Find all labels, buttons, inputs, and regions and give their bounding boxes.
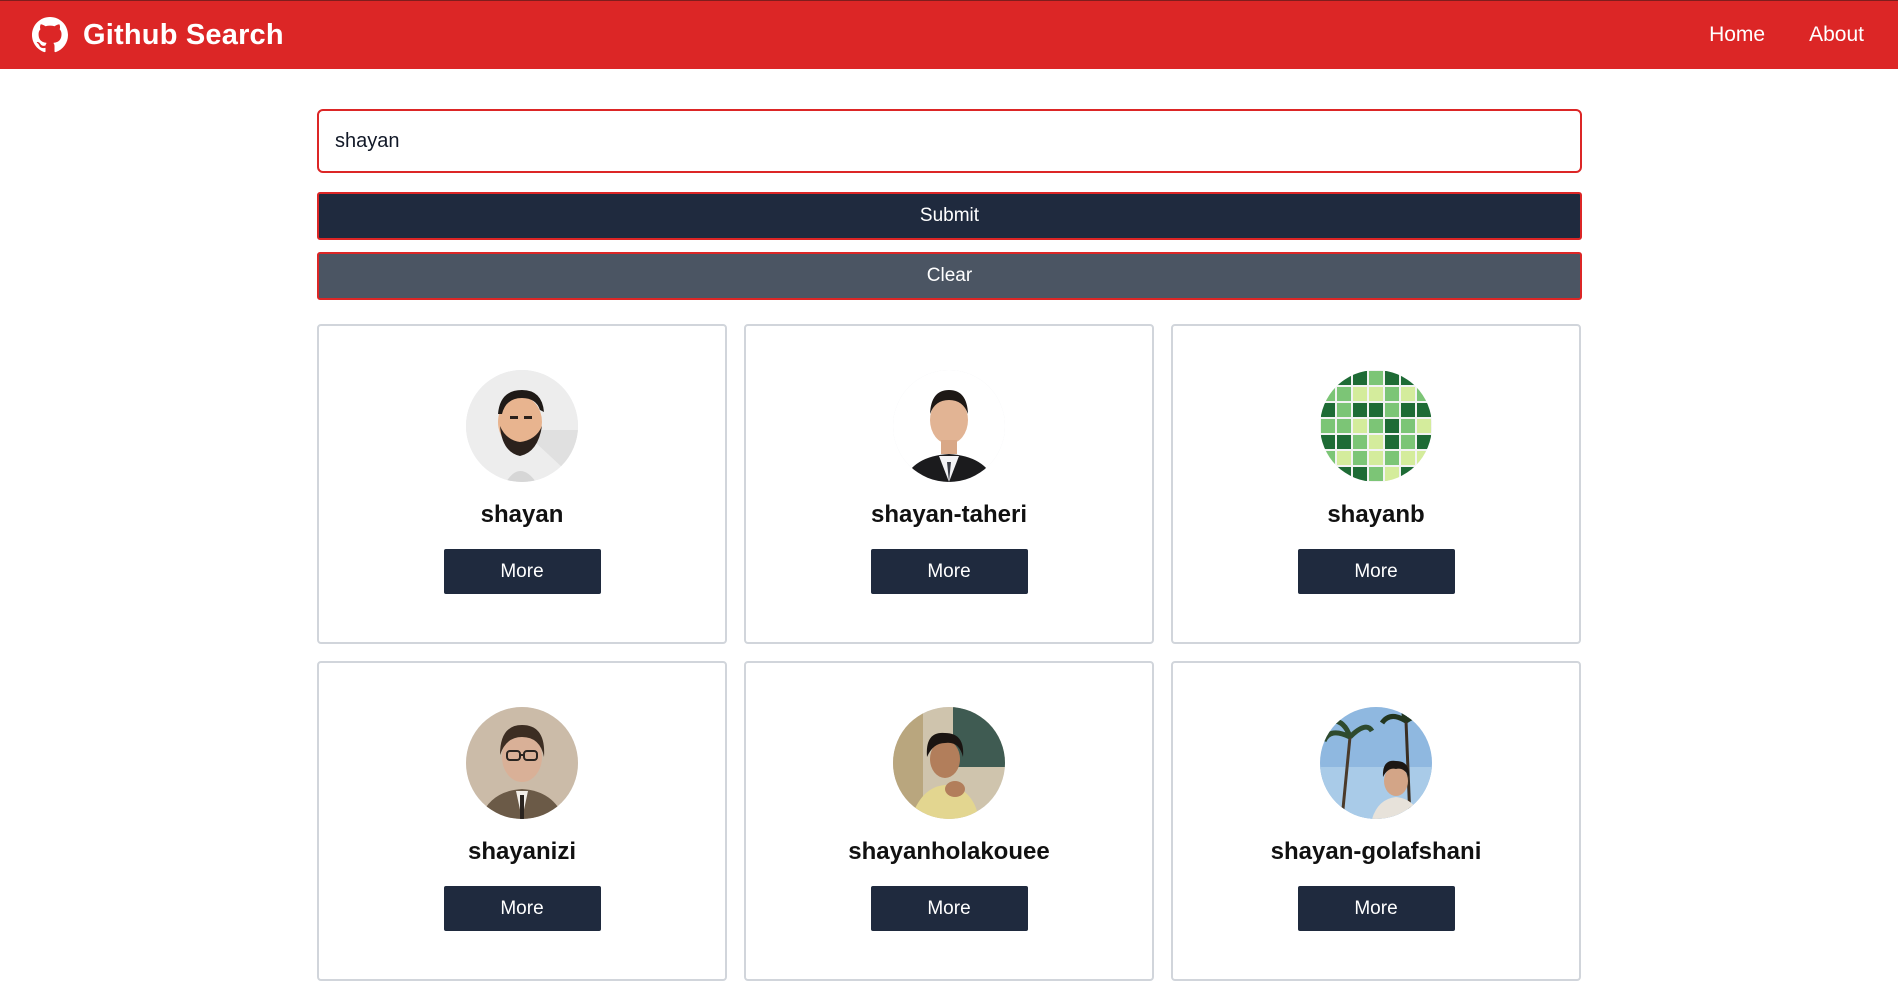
user-card: shayan-golafshani More <box>1171 661 1581 981</box>
submit-button[interactable]: Submit <box>317 192 1582 240</box>
main-container: Submit Clear shayan More <box>317 109 1582 981</box>
more-button[interactable]: More <box>443 886 601 931</box>
username: shayanizi <box>467 838 577 865</box>
avatar <box>893 707 1005 819</box>
more-button[interactable]: More <box>1297 549 1455 594</box>
nav-links: Home About <box>1665 23 1864 47</box>
username: shayanholakouee <box>848 838 1050 865</box>
more-button[interactable]: More <box>443 549 601 594</box>
avatar <box>1320 707 1432 819</box>
user-card: shayan More <box>317 324 727 644</box>
avatar <box>1320 370 1432 482</box>
username: shayan-golafshani <box>1270 838 1482 865</box>
user-card: shayanb More <box>1171 324 1581 644</box>
clear-button[interactable]: Clear <box>317 252 1582 300</box>
more-button[interactable]: More <box>1297 886 1455 931</box>
username: shayanb <box>1327 501 1425 528</box>
avatar <box>466 707 578 819</box>
user-card: shayanizi More <box>317 661 727 981</box>
brand[interactable]: Github Search <box>32 17 284 53</box>
avatar <box>893 370 1005 482</box>
user-grid: shayan More shayan-taheri More shayanb M… <box>317 324 1582 981</box>
search-form: Submit <box>317 109 1582 240</box>
search-input[interactable] <box>317 109 1582 173</box>
user-card: shayanholakouee More <box>744 661 1154 981</box>
nav-link-home[interactable]: Home <box>1709 23 1765 47</box>
avatar <box>466 370 578 482</box>
more-button[interactable]: More <box>870 549 1028 594</box>
user-card: shayan-taheri More <box>744 324 1154 644</box>
brand-title: Github Search <box>83 18 284 51</box>
navbar: Github Search Home About <box>0 0 1898 69</box>
nav-link-about[interactable]: About <box>1809 23 1864 47</box>
more-button[interactable]: More <box>870 886 1028 931</box>
username: shayan-taheri <box>870 501 1028 528</box>
username: shayan <box>480 501 564 528</box>
github-icon <box>32 17 68 53</box>
